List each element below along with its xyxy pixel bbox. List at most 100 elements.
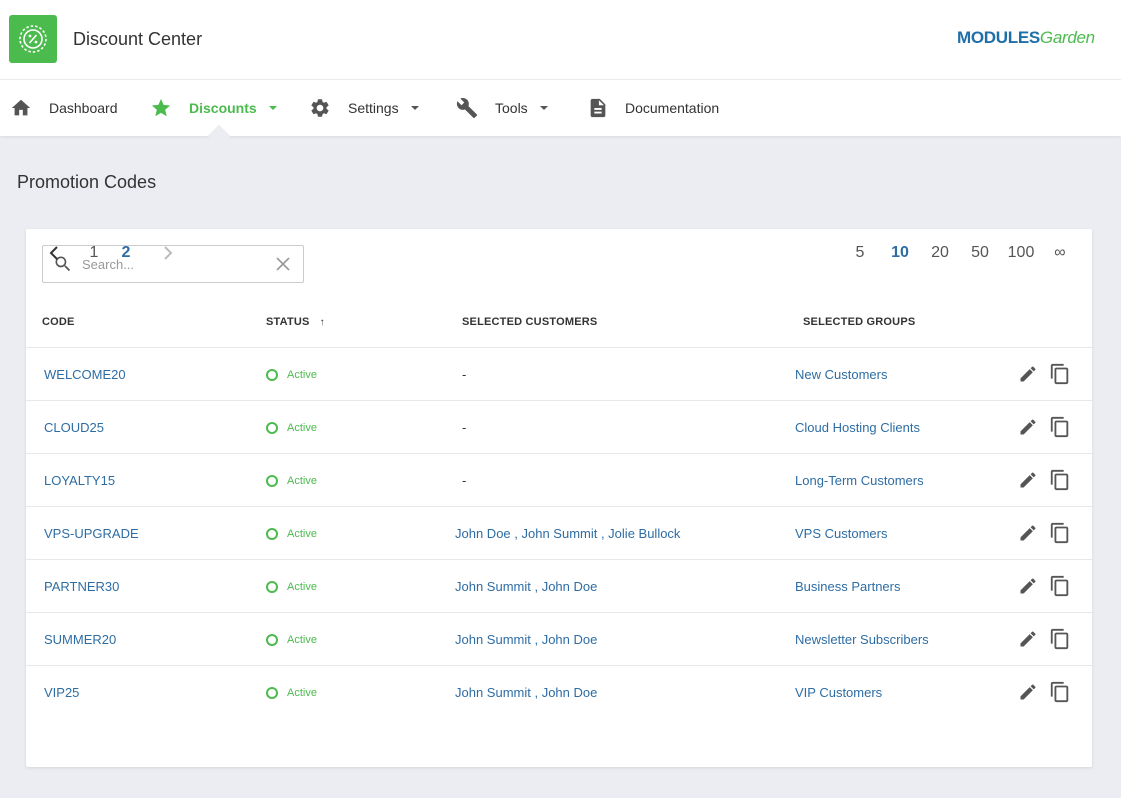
status-circle-icon	[266, 686, 278, 699]
brand-logo-part1: MODULES	[957, 28, 1040, 47]
document-icon	[587, 97, 609, 119]
code-link[interactable]: VIP25	[44, 666, 79, 719]
table-row: SUMMER20 Active John Summit , John Doe News…	[26, 612, 1092, 665]
chevron-down-icon	[410, 106, 419, 110]
chevron-down-icon	[268, 106, 277, 110]
selected-group-link[interactable]: Business Partners	[795, 560, 901, 613]
page-button-1[interactable]: 1	[86, 229, 102, 277]
column-header-status-label: STATUS	[266, 316, 310, 328]
selected-group-link[interactable]: Long-Term Customers	[795, 454, 924, 507]
nav-item-settings[interactable]: Settings	[309, 80, 419, 136]
page-size-10[interactable]: 10	[888, 229, 912, 277]
copy-icon[interactable]	[1049, 681, 1071, 703]
table-row: PARTNER30 Active John Summit , John Doe Bus…	[26, 559, 1092, 612]
column-header-selected-customers[interactable]: SELECTED CUSTOMERS	[462, 316, 597, 328]
selected-customers[interactable]: John Summit , John Doe	[455, 666, 597, 719]
table-row: VPS-UPGRADE Active John Doe , John Summit …	[26, 506, 1092, 559]
selected-group-link[interactable]: Cloud Hosting Clients	[795, 401, 920, 454]
wrench-icon	[456, 97, 478, 119]
status-badge: Active	[266, 348, 317, 401]
status-label: Active	[287, 580, 317, 593]
nav-item-tools[interactable]: Tools	[456, 80, 548, 136]
status-badge: Active	[266, 401, 317, 454]
promotion-codes-card: CODE STATUS ↑ SELECTED CUSTOMERS SELECTED…	[26, 229, 1092, 767]
code-link[interactable]: LOYALTY15	[44, 454, 115, 507]
table-row: CLOUD25 Active - Cloud Hosting Clients	[26, 400, 1092, 453]
column-header-code[interactable]: CODE	[42, 316, 75, 328]
copy-icon[interactable]	[1049, 469, 1071, 491]
page-size-5[interactable]: 5	[852, 229, 868, 277]
status-badge: Active	[266, 560, 317, 613]
code-link[interactable]: PARTNER30	[44, 560, 119, 613]
selected-customers: -	[462, 367, 467, 382]
column-header-selected-groups[interactable]: SELECTED GROUPS	[803, 316, 915, 328]
chevron-right-icon	[164, 246, 173, 260]
home-icon	[10, 97, 32, 119]
code-link[interactable]: CLOUD25	[44, 401, 104, 454]
page-title: Promotion Codes	[17, 172, 157, 192]
selected-group-link[interactable]: New Customers	[795, 348, 887, 401]
selected-customers[interactable]: John Summit , John Doe	[455, 560, 597, 613]
edit-pencil-icon[interactable]	[1017, 681, 1039, 703]
status-circle-icon	[266, 368, 278, 381]
copy-icon[interactable]	[1049, 575, 1071, 597]
status-label: Active	[287, 527, 317, 540]
page-size-all[interactable]: ∞	[1050, 229, 1070, 277]
nav-item-discounts[interactable]: Discounts	[150, 80, 277, 136]
status-circle-icon	[266, 633, 278, 646]
nav-item-dashboard[interactable]: Dashboard	[10, 80, 118, 136]
selected-group-link[interactable]: VIP Customers	[795, 666, 882, 719]
code-link[interactable]: VPS-UPGRADE	[44, 507, 139, 560]
nav-label-tools: Tools	[495, 100, 528, 116]
page-size-100[interactable]: 100	[1006, 229, 1036, 277]
main-nav: Dashboard Discounts Settings Tools Docum…	[0, 80, 1121, 136]
close-icon[interactable]	[275, 256, 291, 272]
edit-pencil-icon[interactable]	[1017, 416, 1039, 438]
gear-icon	[309, 97, 331, 119]
nav-label-discounts: Discounts	[189, 100, 257, 116]
status-badge: Active	[266, 666, 317, 719]
selected-group-link[interactable]: Newsletter Subscribers	[795, 613, 929, 666]
copy-icon[interactable]	[1049, 628, 1071, 650]
brand-logo[interactable]: MODULESGarden	[957, 28, 1095, 48]
table-row: VIP25 Active John Summit , John Doe VIP Cus…	[26, 665, 1092, 718]
page-size-20[interactable]: 20	[928, 229, 952, 277]
prev-page-button[interactable]	[44, 229, 64, 277]
discount-badge-icon	[9, 15, 57, 63]
page-size-50[interactable]: 50	[968, 229, 992, 277]
selected-customers: -	[462, 420, 467, 435]
copy-icon[interactable]	[1049, 363, 1071, 385]
status-label: Active	[287, 474, 317, 487]
edit-pencil-icon[interactable]	[1017, 575, 1039, 597]
code-link[interactable]: WELCOME20	[44, 348, 126, 401]
status-circle-icon	[266, 421, 278, 434]
edit-pencil-icon[interactable]	[1017, 522, 1039, 544]
next-page-button[interactable]	[158, 229, 178, 277]
table-row: LOYALTY15 Active - Long-Term Customers	[26, 453, 1092, 506]
selected-customers[interactable]: John Doe , John Summit , Jolie Bullock	[455, 507, 680, 560]
top-header: Discount Center MODULESGarden	[0, 0, 1121, 80]
edit-pencil-icon[interactable]	[1017, 363, 1039, 385]
edit-pencil-icon[interactable]	[1017, 469, 1039, 491]
selected-group-link[interactable]: VPS Customers	[795, 507, 887, 560]
table-row: WELCOME20 Active - New Customers	[26, 347, 1092, 400]
nav-item-documentation[interactable]: Documentation	[587, 80, 719, 136]
selected-customers: -	[462, 473, 467, 488]
status-label: Active	[287, 421, 317, 434]
column-header-status[interactable]: STATUS ↑	[266, 316, 325, 328]
status-label: Active	[287, 686, 317, 699]
status-circle-icon	[266, 474, 278, 487]
selected-customers[interactable]: John Summit , John Doe	[455, 613, 597, 666]
brand-logo-part2: Garden	[1039, 28, 1095, 47]
edit-pencil-icon[interactable]	[1017, 628, 1039, 650]
page-button-2[interactable]: 2	[118, 229, 134, 277]
copy-icon[interactable]	[1049, 522, 1071, 544]
copy-icon[interactable]	[1049, 416, 1071, 438]
nav-label-dashboard: Dashboard	[49, 100, 118, 116]
status-label: Active	[287, 633, 317, 646]
chevron-down-icon	[539, 106, 548, 110]
status-badge: Active	[266, 613, 317, 666]
app-title: Discount Center	[73, 29, 203, 49]
code-link[interactable]: SUMMER20	[44, 613, 116, 666]
status-label: Active	[287, 368, 317, 381]
